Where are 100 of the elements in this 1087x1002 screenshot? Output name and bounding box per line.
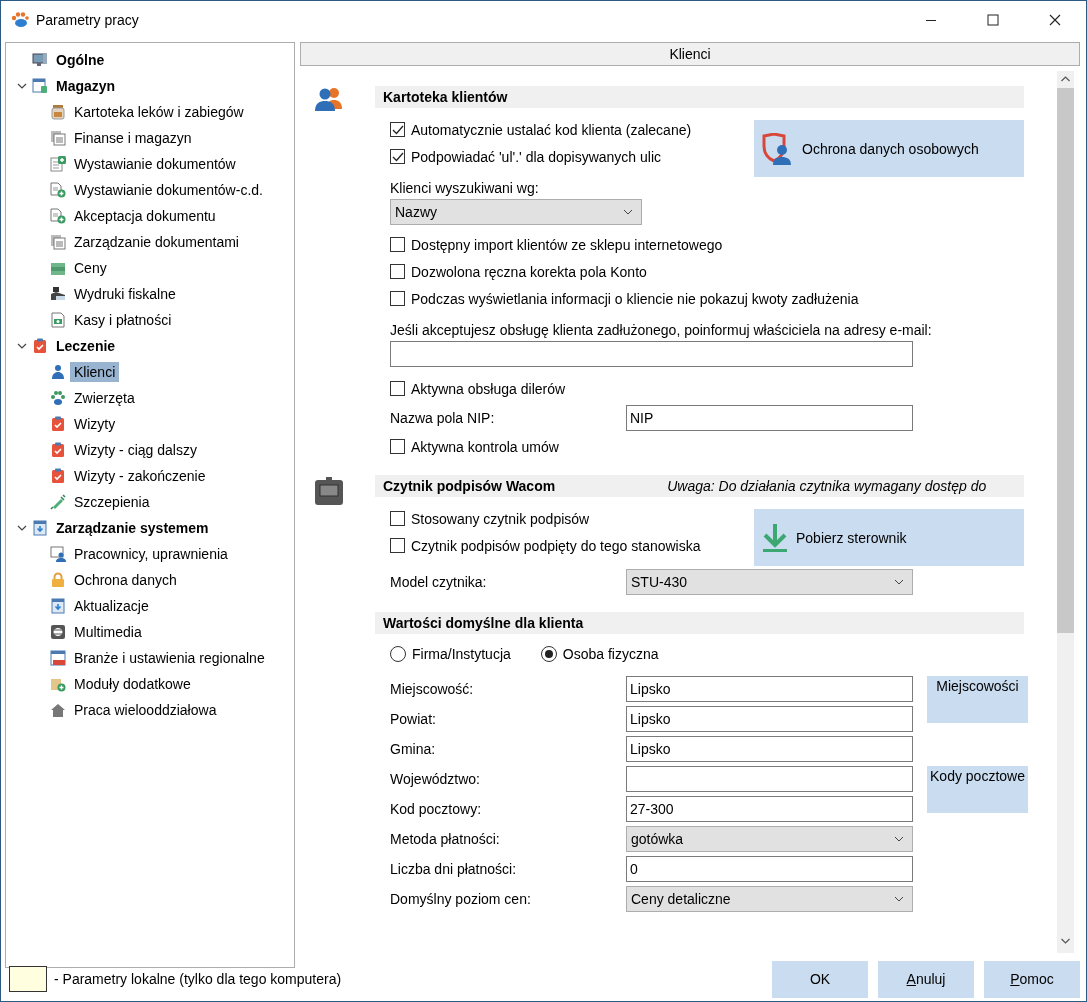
checkbox-label: Aktywna kontrola umów xyxy=(411,438,559,455)
checkbox-label: Podczas wyświetlania informacji o kliencie nie pokazuj kwoty zadłużenia xyxy=(411,290,859,307)
jar-icon xyxy=(50,104,66,120)
field-label: Województwo: xyxy=(390,770,481,789)
checkbox[interactable]: Podczas wyświetlania informacji o kliencie nie pokazuj kwoty zadłużenia xyxy=(390,285,859,312)
tree-item[interactable]: Multimedia xyxy=(70,622,146,642)
checkbox-label: Aktywna obsługa dilerów xyxy=(411,380,566,397)
tree-item[interactable]: Kartoteka leków i zabiegów xyxy=(70,102,248,122)
tree-item[interactable]: Wizyty xyxy=(70,414,120,434)
text-field[interactable]: Lipsko xyxy=(626,736,913,762)
chevron-icon[interactable] xyxy=(17,82,27,90)
checkbox-box[interactable] xyxy=(390,264,405,279)
person-card-icon xyxy=(50,546,66,562)
text-field[interactable]: 27-300 xyxy=(626,796,913,822)
checkbox[interactable]: Stosowany czytnik podpisów xyxy=(390,505,590,532)
checkbox-box[interactable] xyxy=(390,149,405,164)
tree-item[interactable]: Ochrona danych xyxy=(70,570,181,590)
side-button[interactable]: Ochrona danych osobowych xyxy=(754,120,1024,177)
field-label: Metoda płatności: xyxy=(390,830,501,849)
paw-icon xyxy=(50,390,66,406)
update-icon xyxy=(50,598,66,614)
text-field[interactable]: Lipsko xyxy=(626,706,913,732)
side-button[interactable]: Miejscowości xyxy=(927,676,1028,723)
tree-item[interactable]: Wizyty - zakończenie xyxy=(70,466,210,486)
tree-item[interactable]: Wystawianie dokumentów-c.d. xyxy=(70,180,267,200)
checkbox[interactable]: Aktywna obsługa dilerów xyxy=(390,375,566,402)
tree-item[interactable]: Ceny xyxy=(70,258,111,278)
dialog-button[interactable]: Pomoc xyxy=(984,960,1080,998)
checkbox-box[interactable] xyxy=(390,439,405,454)
scrollbar[interactable] xyxy=(1057,71,1074,953)
checkbox[interactable]: Dostępny import klientów ze sklepu internetowego xyxy=(390,231,723,258)
chevron-icon[interactable] xyxy=(17,524,27,532)
window-icon xyxy=(50,650,66,666)
tree-item[interactable]: Finanse i magazyn xyxy=(70,128,196,148)
tree-item[interactable]: Pracownicy, uprawnienia xyxy=(70,544,232,564)
side-button[interactable]: Kody pocztowe xyxy=(927,766,1028,813)
radio-option[interactable]: Firma/Instytucja xyxy=(390,646,511,662)
tree-item[interactable]: Klienci xyxy=(70,362,120,382)
checkbox[interactable]: Czytnik podpisów podpięty do tego stanowiska xyxy=(390,532,701,559)
text-field[interactable]: 0 xyxy=(626,856,913,882)
maximize-icon[interactable] xyxy=(987,13,999,26)
checkbox-box[interactable] xyxy=(390,538,405,553)
checkbox-box[interactable] xyxy=(390,291,405,306)
checkbox-box[interactable] xyxy=(390,511,405,526)
clipboard-icon xyxy=(50,442,66,458)
local-parameter-swatch xyxy=(9,966,47,992)
text-field[interactable]: NIP xyxy=(626,404,913,431)
monitor-icon xyxy=(32,52,48,68)
checkbox[interactable]: Dozwolona ręczna korekta pola Konto xyxy=(390,258,647,285)
text-field[interactable] xyxy=(626,766,913,792)
tree-item[interactable]: Szczepienia xyxy=(70,492,154,512)
checkbox-label: Podpowiadać 'ul'.' dla dopisywanych ulic xyxy=(411,148,662,165)
tree-item[interactable]: Wystawianie dokumentów xyxy=(70,154,240,174)
dialog-button[interactable]: OK xyxy=(772,960,868,998)
radio-option[interactable]: Osoba fizyczna xyxy=(540,646,659,662)
tree-item[interactable]: Leczenie xyxy=(52,336,120,356)
tree-item[interactable]: Zwierzęta xyxy=(70,388,139,408)
checkbox-box[interactable] xyxy=(390,381,405,396)
field-label: Powiat: xyxy=(390,710,437,729)
checkbox[interactable]: Aktywna kontrola umów xyxy=(390,433,559,460)
radio-button[interactable] xyxy=(540,646,557,662)
dropdown[interactable]: STU-430 xyxy=(626,568,913,595)
dialog-button[interactable]: Anuluj xyxy=(878,960,974,998)
tree-item[interactable]: Moduły dodatkowe xyxy=(70,674,195,694)
tree-item[interactable]: Magazyn xyxy=(52,76,120,96)
checkbox-box[interactable] xyxy=(390,237,405,252)
dropdown[interactable]: Nazwy xyxy=(390,199,642,225)
tree-item[interactable]: Aktualizacje xyxy=(70,596,153,616)
checkbox[interactable]: Podpowiadać 'ul'.' dla dopisywanych ulic xyxy=(390,143,662,170)
checkbox-box[interactable] xyxy=(390,122,405,137)
tree-item[interactable]: Wizyty - ciąg dalszy xyxy=(70,440,201,460)
tree-item[interactable]: Zarządzanie dokumentami xyxy=(70,232,243,252)
radio-button[interactable] xyxy=(390,646,406,662)
dropdown[interactable]: gotówka xyxy=(626,826,913,852)
checkbox[interactable]: Automatycznie ustalać kod klienta (zalecane) xyxy=(390,116,692,143)
tree-item[interactable]: Praca wielooddziałowa xyxy=(70,700,221,720)
close-icon[interactable] xyxy=(1049,13,1061,26)
tree-item[interactable]: Zarządzanie systemem xyxy=(52,518,213,538)
clipboard-icon xyxy=(32,338,48,354)
field-label: Model czytnika: xyxy=(390,573,488,590)
box-plus-icon xyxy=(50,676,66,692)
radio-label: Firma/Instytucja xyxy=(412,646,511,662)
house-icon xyxy=(50,702,66,718)
chevron-down-icon xyxy=(894,836,904,842)
doc-add-icon xyxy=(50,208,66,224)
tree-item[interactable]: Ogólne xyxy=(52,50,109,70)
tree-item[interactable]: Wydruki fiskalne xyxy=(70,284,180,304)
section-note: Uwaga: Do działania czytnika wymagany dostęp do xyxy=(667,478,987,494)
side-button[interactable]: Pobierz sterownik xyxy=(754,509,1024,566)
email-field[interactable] xyxy=(390,341,913,367)
checkbox-label: Automatycznie ustalać kod klienta (zalecane) xyxy=(411,121,692,138)
update-icon xyxy=(32,520,48,536)
tree-item[interactable]: Akceptacja dokumentu xyxy=(70,206,220,226)
dropdown[interactable]: Ceny detaliczne xyxy=(626,886,913,912)
clipboard-icon xyxy=(50,468,66,484)
chevron-icon[interactable] xyxy=(17,342,27,350)
text-field[interactable]: Lipsko xyxy=(626,676,913,702)
tree-item[interactable]: Kasy i płatności xyxy=(70,310,176,330)
tree-item[interactable]: Branże i ustawienia regionalne xyxy=(70,648,269,668)
checkmark-icon xyxy=(391,124,404,135)
